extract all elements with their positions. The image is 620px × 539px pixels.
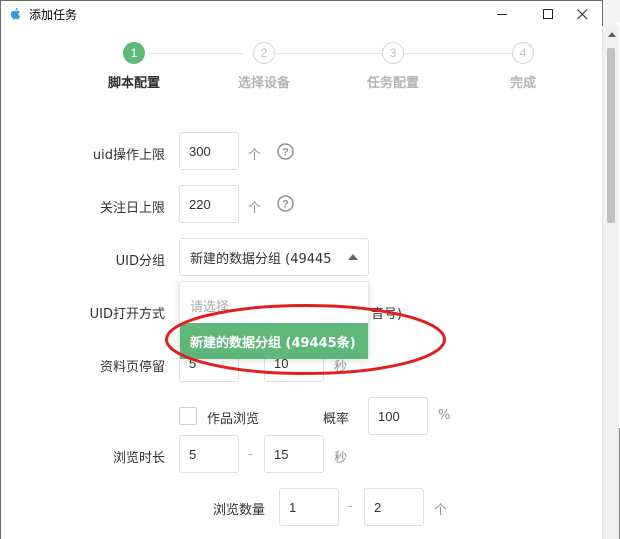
profile-stay-label: 资料页停留	[99, 360, 165, 375]
browse-duration-unit: 秒	[334, 451, 348, 466]
step-connector	[276, 53, 382, 54]
step-3-circle: 3	[382, 42, 404, 64]
step-3-label: 任务配置	[366, 76, 420, 91]
browse-count-label: 浏览数量	[212, 503, 265, 518]
step-connector	[405, 53, 512, 54]
step-4-label: 完成	[509, 76, 537, 91]
range-separator: -	[348, 499, 353, 514]
step-indicator: 1 2 3 4 脚本配置 选择设备 任务配置 完成	[1, 39, 601, 99]
apple-logo-icon	[10, 7, 21, 20]
uid-group-select[interactable]: 新建的数据分组 (49445	[179, 238, 369, 276]
browse-count-max-input[interactable]: 2	[364, 488, 424, 526]
svg-text:?: ?	[282, 147, 289, 159]
browse-count-min-input[interactable]: 1	[279, 488, 339, 526]
step-2-label: 选择设备	[237, 76, 291, 91]
scroll-up-arrow-icon	[607, 32, 616, 37]
probability-input[interactable]: 100	[368, 397, 428, 435]
range-separator: -	[248, 447, 253, 462]
window-title: 添加任务	[29, 8, 78, 22]
follow-limit-label: 关注日上限	[99, 201, 165, 216]
browse-duration-min-input[interactable]: 5	[179, 435, 239, 473]
uid-group-label: UID分组	[115, 254, 165, 269]
uid-limit-input[interactable]: 300	[179, 132, 239, 170]
browse-duration-max-input[interactable]: 15	[264, 435, 324, 473]
svg-text:?: ?	[282, 199, 289, 211]
maximize-icon	[542, 8, 553, 19]
uid-limit-label: uid操作上限	[92, 148, 165, 163]
browse-count-unit: 个	[434, 503, 448, 518]
annotation-ellipse	[165, 304, 446, 375]
uid-open-mode-label: UID打开方式	[89, 307, 165, 322]
step-4-circle: 4	[512, 42, 534, 64]
step-1-label: 脚本配置	[107, 76, 161, 91]
work-browse-checkbox[interactable]	[179, 407, 197, 425]
caret-up-icon	[348, 254, 358, 260]
uid-limit-unit: 个	[248, 148, 262, 163]
probability-label: 概率	[323, 412, 350, 427]
browse-duration-label: 浏览时长	[112, 451, 165, 466]
step-connector	[147, 53, 243, 54]
minimize-button[interactable]	[479, 1, 525, 27]
minimize-icon	[496, 13, 507, 15]
step-2-circle: 2	[253, 42, 275, 64]
follow-limit-input[interactable]: 220	[179, 185, 239, 223]
uid-group-selected: 新建的数据分组 (49445	[190, 251, 332, 267]
probability-unit: %	[438, 408, 451, 423]
work-browse-label: 作品浏览	[207, 412, 260, 427]
step-1-circle: 1	[123, 42, 145, 64]
help-icon[interactable]: ?	[277, 143, 294, 160]
close-icon	[576, 8, 587, 19]
title-bar: 添加任务	[1, 1, 602, 27]
close-button[interactable]	[559, 1, 602, 27]
scroll-up-button[interactable]	[603, 32, 620, 44]
follow-limit-unit: 个	[248, 201, 262, 216]
scrollbar-thumb[interactable]	[607, 48, 615, 223]
vertical-scrollbar[interactable]	[602, 26, 619, 539]
help-icon[interactable]: ?	[277, 195, 294, 212]
add-task-dialog: 添加任务 1 2 3 4 脚本配置 选择设备 任务配置 完成 uid操作上限 3…	[0, 0, 603, 539]
